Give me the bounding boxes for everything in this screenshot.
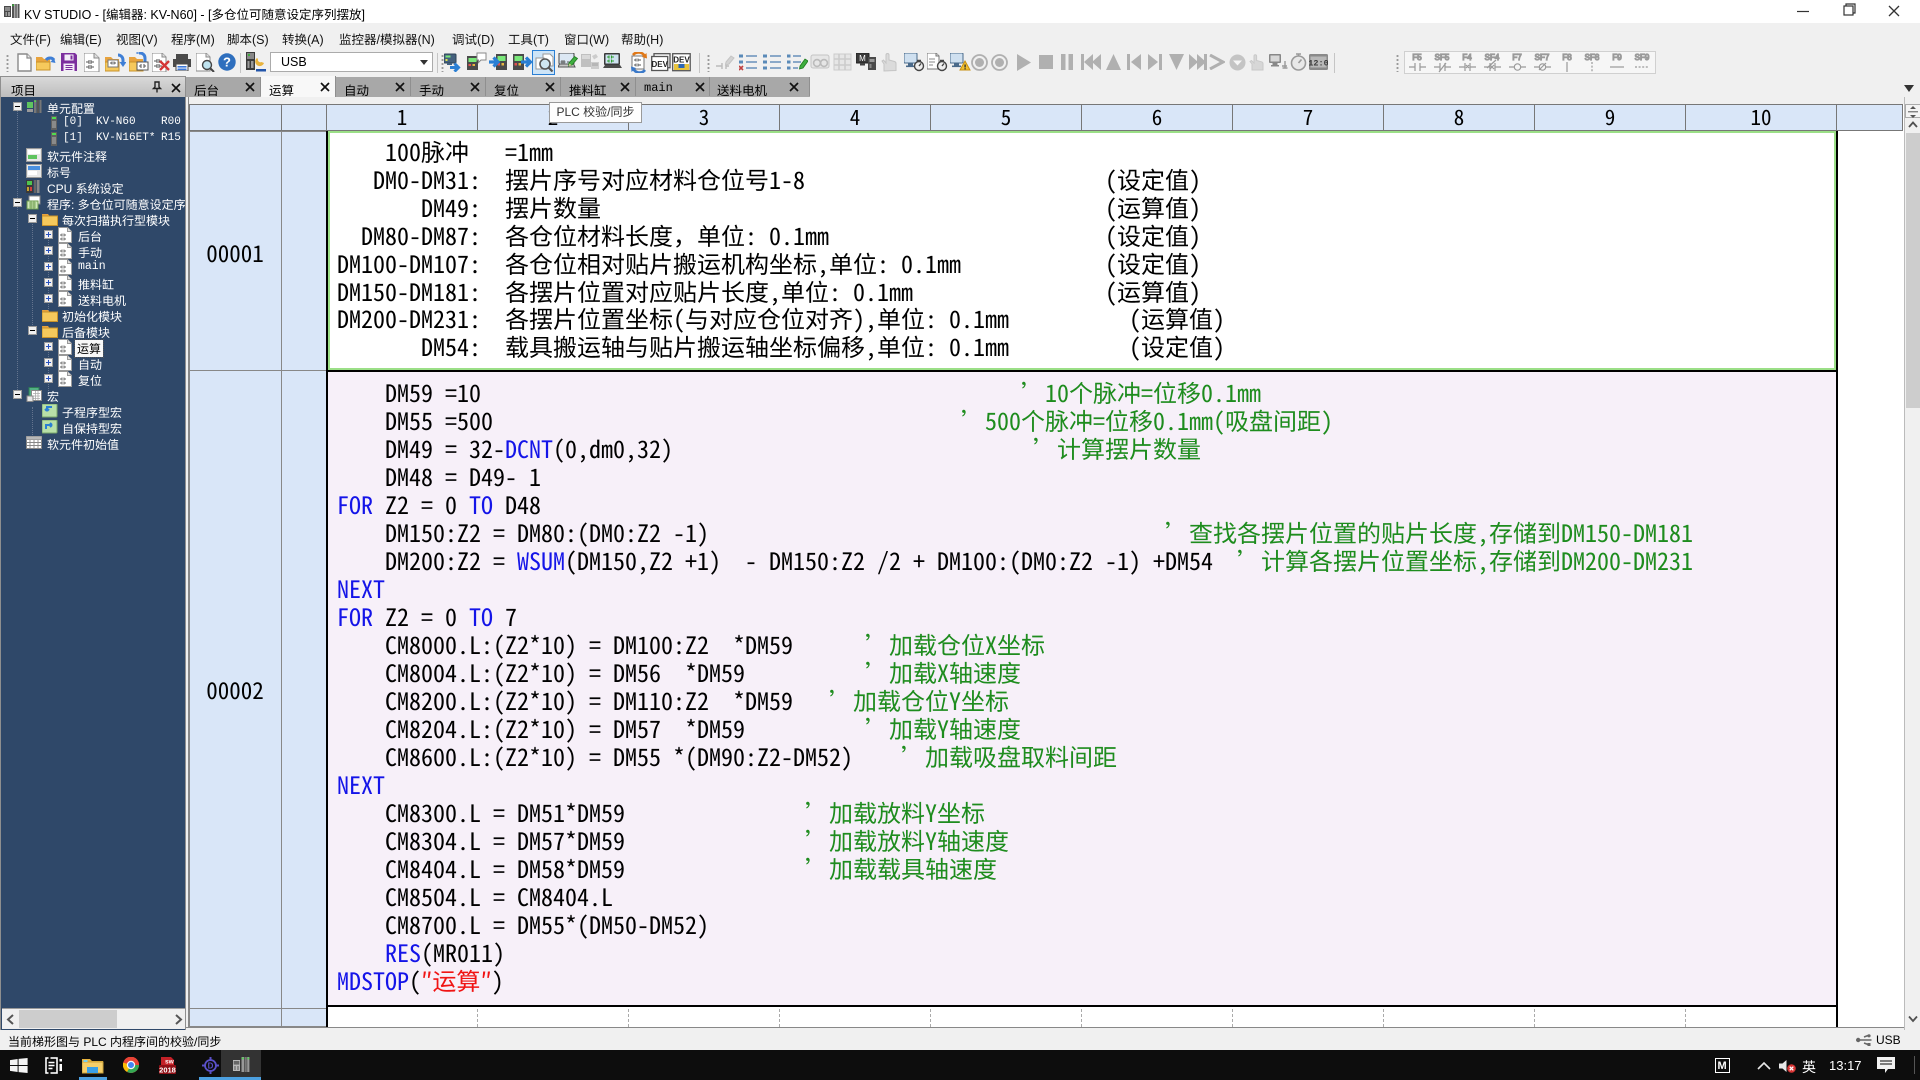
svg-text:SF4: SF4: [1485, 53, 1500, 62]
svg-text:F9: F9: [1612, 53, 1622, 62]
svg-text:D: D: [208, 1062, 214, 1071]
svg-text:F4: F4: [1462, 53, 1472, 62]
svg-text:DEV: DEV: [651, 60, 668, 69]
svg-text:SF5: SF5: [1435, 53, 1450, 62]
svg-text:M: M: [859, 54, 866, 63]
svg-text:2018: 2018: [159, 1066, 176, 1075]
svg-text:F7: F7: [1512, 53, 1522, 62]
svg-text:F5: F5: [1412, 53, 1422, 62]
svg-text:SF7: SF7: [1535, 53, 1550, 62]
svg-text:12:0: 12:0: [1309, 59, 1328, 69]
svg-text:DEV: DEV: [673, 56, 690, 65]
svg-text:?: ?: [223, 55, 231, 70]
svg-text:SF9: SF9: [1635, 53, 1650, 62]
svg-text:F8: F8: [1562, 53, 1572, 62]
svg-text:sw: sw: [165, 1059, 175, 1066]
svg-text:SF8: SF8: [1585, 53, 1600, 62]
